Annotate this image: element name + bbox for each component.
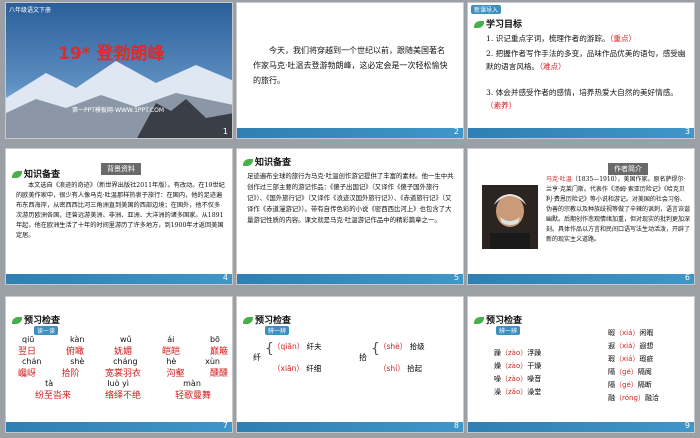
badge: 辨一辨 — [496, 326, 521, 335]
leaf-icon — [474, 21, 484, 28]
footer-bar — [237, 128, 463, 138]
slide-number: 5 — [453, 273, 459, 282]
group-1-a: （qiān） 纤夫 — [273, 342, 322, 351]
footer-bar — [237, 274, 463, 284]
right-group: 暇（xiá）闲暇 遐（xiá）遐想 瑕（xiá）瑕疵 隔（gé）隔阂 隔（gé）… — [608, 327, 659, 405]
section-heading: 预习检查 — [243, 313, 291, 326]
grade-label: 八年级语文下册 — [9, 7, 52, 14]
mountain-photo — [6, 3, 232, 138]
slide-number: 9 — [684, 421, 690, 430]
group-2-char: 拾 — [359, 353, 367, 362]
leaf-icon — [243, 317, 253, 324]
row-3-words: 纷至沓来 络绎不绝 轻歌曼舞 — [34, 391, 211, 401]
section-heading: 预习检查 — [12, 313, 60, 326]
row-3-pinyin: tà luò yì màn — [45, 379, 201, 388]
list-item: 澡（zǎo）澡堂 — [494, 388, 542, 396]
section-heading: 预习检查 — [474, 313, 522, 326]
slide-thumbnail-5[interactable]: 知识备查 足迹遍布全球的旅行为马克·吐温创作游记提供了丰富的素材。他一生中共创作… — [236, 148, 464, 285]
section-heading: 知识备查 — [243, 155, 291, 168]
goal-3: 3. 体会并感受作者的感情，培养热爱大自然的美好情感。（素养） — [486, 88, 678, 110]
list-item: 隔（gé）隔断 — [608, 381, 652, 389]
watermark-text: 第一PPT模板网-WWW.1PPT.COM — [72, 107, 165, 114]
background-text: 本文选自《浪迹的奇迹》（新世界出版社2011年版）。有改动。在19世纪的欧美作家… — [16, 182, 225, 239]
badge: 读一读 — [34, 326, 59, 335]
left-group: 躁（zào）浮躁 燥（zào）干燥 噪（zào）噪音 澡（zǎo）澡堂 — [494, 347, 541, 399]
slide-number: 6 — [684, 273, 690, 282]
works-text: 足迹遍布全球的旅行为马克·吐温创作游记提供了丰富的素材。他一生中共创作过三部主要… — [247, 172, 454, 224]
footer-bar — [237, 422, 463, 432]
list-item: 遐（xiá）遐想 — [608, 342, 654, 350]
group-1-char: 纤 — [253, 353, 261, 362]
row-1-pinyin: qiū kàn wǔ ái bō — [22, 335, 220, 344]
row-2-pinyin: chán shè cháng hè xùn — [22, 357, 220, 366]
badge: 辨一辨 — [265, 326, 290, 335]
row-1-words: 翌日 俯瞰 妩媚 皑皑 巅簸 — [18, 347, 228, 357]
footer-bar — [468, 274, 694, 284]
leaf-icon — [12, 317, 22, 324]
slide-number: 2 — [453, 127, 459, 136]
slide-thumbnail-2[interactable]: 今天，我们将穿越到一个世纪以前，跟随美国著名作家马克·吐温去登游勃朗峰，这必定会… — [236, 2, 464, 139]
slide-number: 3 — [684, 127, 690, 136]
banner: 背景资料 — [101, 163, 141, 175]
group-1-b: （xiān） 纤细 — [273, 364, 322, 373]
row-2-words: 巉岈 拾阶 宽裳羽衣 沟壑 醺醺 — [18, 369, 228, 379]
section-heading: 知识备查 — [12, 167, 60, 180]
slide-thumbnail-6[interactable]: 作者简介 马克·吐温（1835—1910），美国作家。原名萨缪尔·兰亨·克莱门斯… — [467, 148, 695, 285]
reading-grid: qiū kàn wǔ ái bō 翌日 俯瞰 妩媚 皑皑 巅簸 chán shè cháng hè xù… — [18, 335, 228, 401]
slide-thumbnail-4[interactable]: 知识备查 背景资料 本文选自《浪迹的奇迹》（新世界出版社2011年版）。有改动。… — [5, 148, 233, 285]
leaf-icon — [12, 171, 22, 178]
slide-number: 7 — [222, 421, 228, 430]
section-heading: 学习目标 — [474, 17, 522, 30]
list-item: 躁（zào）浮躁 — [494, 349, 542, 357]
leaf-icon — [243, 159, 253, 166]
footer-bar — [6, 422, 232, 432]
slide-number: 4 — [222, 273, 228, 282]
footer-bar — [6, 274, 232, 284]
group-2-b: （shí） 拾起 — [379, 364, 423, 373]
list-item: 燥（zào）干燥 — [494, 362, 542, 370]
slide-thumbnail-3[interactable]: 新课导入 学习目标 1. 识记重点字词，梳理作者的游踪。（重点） 2. 把握作者… — [467, 2, 695, 139]
leaf-icon — [474, 317, 484, 324]
banner: 作者简介 — [608, 163, 648, 175]
list-item: 隔（gé）隔阂 — [608, 368, 652, 376]
slide-number: 1 — [222, 127, 228, 136]
slide-thumbnail-1[interactable]: 八年级语文下册 19* 登勃朗峰 第一PPT模板网-WWW.1PPT.COM 1 — [5, 2, 233, 139]
goal-2: 2. 把握作者写作手法的多变，品味作品优美的语句，感受幽默的语言风格。（难点） — [486, 49, 686, 71]
slide-thumbnail-8[interactable]: 预习检查 辨一辨 纤 { （qiān） 纤夫 （xiān） 纤细 拾 { （sh… — [236, 296, 464, 433]
footer-bar — [468, 128, 694, 138]
badge: 新课导入 — [471, 5, 502, 14]
slide-title: 19* 登勃朗峰 — [58, 44, 165, 64]
author-intro: 马克·吐温（1835—1910），美国作家。原名萨缪尔·兰亨·克莱门斯。代表作《… — [546, 176, 691, 243]
list-item: 噪（zào）噪音 — [494, 375, 542, 383]
group-2-a: （shè） 拾级 — [379, 342, 425, 351]
list-item: 瑕（xiá）瑕疵 — [608, 355, 654, 363]
intro-paragraph: 今天，我们将穿越到一个世纪以前，跟随美国著名作家马克·吐温去登游勃朗峰，这必定会… — [253, 46, 448, 85]
goal-1: 1. 识记重点字词，梳理作者的游踪。（重点） — [486, 34, 637, 43]
slide-thumbnail-9[interactable]: 预习检查 辨一辨 躁（zào）浮躁 燥（zào）干燥 噪（zào）噪音 澡（zǎ… — [467, 296, 695, 433]
author-portrait — [482, 185, 538, 249]
slide-thumbnail-7[interactable]: 预习检查 读一读 qiū kàn wǔ ái bō 翌日 俯瞰 妩媚 皑皑 巅簸 chán shè… — [5, 296, 233, 433]
list-item: 暇（xiá）闲暇 — [608, 329, 654, 337]
footer-bar — [468, 422, 694, 432]
list-item: 融（róng）融洽 — [608, 394, 659, 402]
slide-number: 8 — [453, 421, 459, 430]
